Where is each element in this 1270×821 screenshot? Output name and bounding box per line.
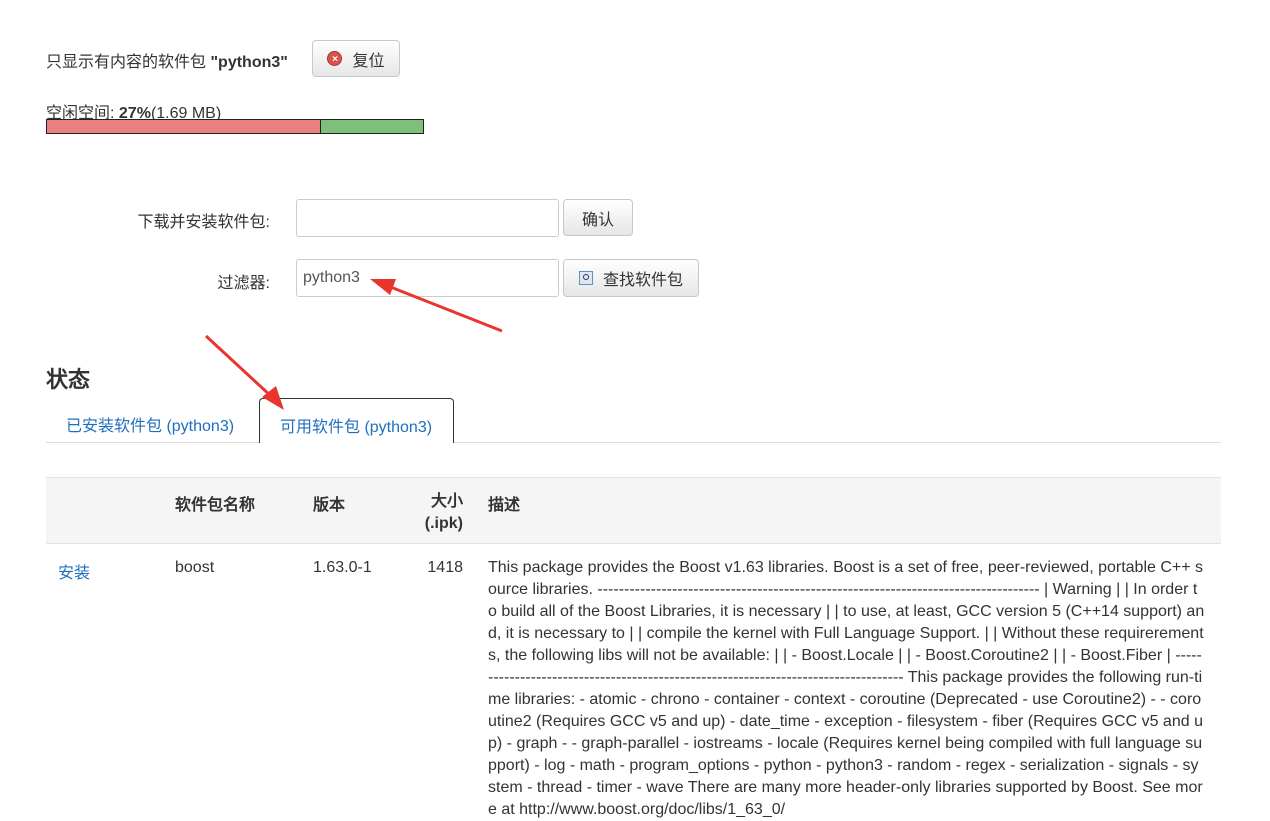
header-package-name: 软件包名称 [175, 497, 256, 514]
tab-installed-packages[interactable]: 已安装软件包 (python3) [66, 412, 234, 436]
reset-icon: × [327, 51, 343, 66]
package-size: 1418 [427, 559, 463, 576]
confirm-button-label: 确认 [581, 211, 614, 229]
package-name: boost [175, 559, 215, 576]
header-size-line1: 大小 [430, 493, 463, 510]
confirm-button[interactable]: 确认 [563, 199, 633, 236]
arrow-to-available-tab [204, 334, 274, 399]
package-description: This package provides the Boost v1.63 li… [488, 559, 1205, 818]
header-description: 描述 [488, 497, 521, 514]
filter-label: 过滤器: [217, 275, 270, 292]
free-space-bar-free [321, 120, 423, 133]
header-version: 版本 [313, 497, 346, 514]
status-heading: 状态 [46, 367, 91, 392]
package-version: 1.63.0-1 [313, 559, 372, 576]
tab-available-packages[interactable]: 可用软件包 (python3) [259, 398, 454, 443]
header-size: 大小 (.ipk) [400, 491, 463, 535]
find-package-button-label: 查找软件包 [602, 272, 683, 289]
install-package-input[interactable] [296, 199, 559, 237]
reset-button-label: 复位 [352, 52, 385, 70]
find-package-button[interactable]: 查找软件包 [563, 259, 699, 297]
free-space-bar [46, 119, 424, 134]
reset-button[interactable]: × 复位 [312, 40, 400, 77]
install-link[interactable]: 安装 [58, 559, 90, 583]
filter-notice-query: "python3" [210, 54, 288, 71]
search-icon [578, 271, 593, 285]
filter-notice: 只显示有内容的软件包 "python3" [46, 48, 288, 72]
filter-input[interactable] [296, 259, 559, 297]
free-space-bar-used [47, 120, 322, 133]
header-size-line2: (.ipk) [424, 515, 463, 532]
install-package-label: 下载并安装软件包: [137, 214, 270, 231]
filter-notice-text: 只显示有内容的软件包 [46, 54, 207, 71]
tab-divider [46, 442, 1221, 443]
